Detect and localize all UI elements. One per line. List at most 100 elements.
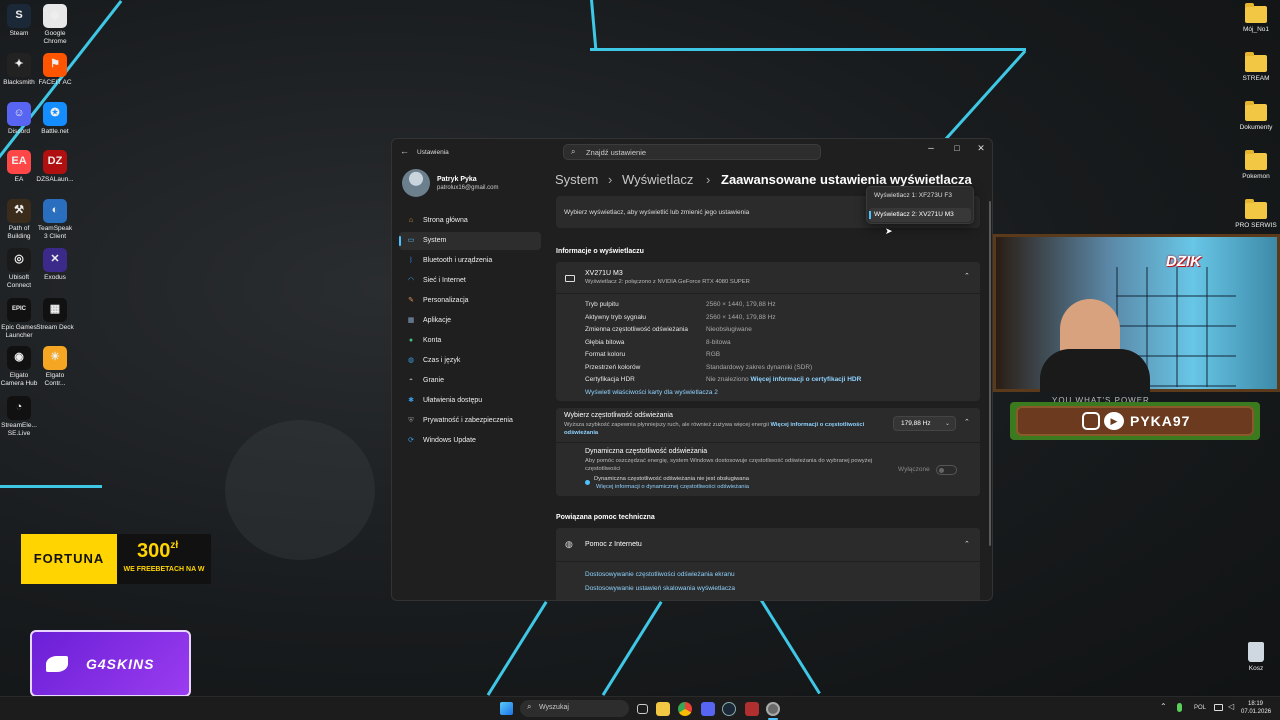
settings-search-input[interactable]: ⌕ Znajdź ustawienie (563, 144, 821, 160)
desktop-shortcut[interactable]: ⚒ Path of Building (0, 199, 38, 240)
desktop-shortcut[interactable]: ✕ Exodus (36, 248, 74, 282)
clock-date[interactable]: 07.01.2026 (1241, 709, 1271, 715)
monitor-icon: ▭ (407, 237, 415, 244)
user-email: patrolux16@gmail.com (437, 185, 499, 191)
folder-icon (1245, 52, 1267, 72)
sidebar-item[interactable]: ◍ Czas i język (399, 352, 541, 370)
help-link-refresh[interactable]: Dostosowywanie częstotliwości odświeżani… (585, 571, 735, 578)
settings-gear-icon[interactable] (766, 702, 780, 716)
wolf-logo-icon (46, 656, 68, 672)
user-avatar[interactable] (402, 169, 430, 197)
app-icon[interactable] (745, 702, 759, 716)
page-title: Zaawansowane ustawienia wyświetlacza (721, 172, 972, 187)
desktop-folder[interactable]: Dokumenty (1233, 101, 1279, 131)
back-arrow-icon[interactable]: ← (400, 146, 409, 156)
sidebar-item-label: Prywatność i zabezpieczenia (423, 417, 513, 424)
desktop-shortcut[interactable]: ◉ Elgato Camera Hub (0, 346, 38, 387)
desktop-shortcut[interactable]: EA EA (0, 150, 38, 184)
desktop-folder[interactable]: STREAM (1233, 52, 1279, 82)
hdr-info-link[interactable]: Więcej informacji o certyfikacji HDR (750, 376, 861, 383)
desktop-shortcut-label: Elgato Camera Hub (0, 372, 38, 387)
desktop-shortcut[interactable]: ✪ Battle.net (36, 102, 74, 136)
desktop-shortcut[interactable]: S Steam (0, 4, 38, 38)
network-icon[interactable] (1214, 704, 1223, 711)
recycle-bin[interactable]: Kosz (1233, 642, 1279, 672)
file-explorer-icon[interactable] (656, 702, 670, 716)
select-display-label: Wybierz wyświetlacz, aby wyświetlić lub … (564, 209, 750, 216)
display-option-1[interactable]: Wyświetlacz 1: XF273U F3 (874, 192, 952, 199)
help-link-scaling[interactable]: Dostosowywanie ustawień skalowania wyświ… (585, 585, 735, 592)
apps-icon: ▦ (407, 317, 415, 324)
sidebar-item[interactable]: ⛨ Prywatność i zabezpieczenia (399, 412, 541, 430)
scrollbar[interactable] (989, 201, 991, 546)
sidebar-item[interactable]: ✎ Personalizacja (399, 292, 541, 310)
sidebar-item-label: Ułatwienia dostępu (423, 397, 483, 404)
desktop-shortcut[interactable]: EPIC Epic Games Launcher (0, 298, 38, 339)
collapse-chevron-icon[interactable]: ⌃ (964, 272, 970, 280)
minimize-button[interactable]: – (920, 143, 942, 154)
sidebar-item[interactable]: ◓ Granie (399, 372, 541, 390)
help-card: ◍ Pomoc z Internetu ⌃ Dostosowywanie czę… (556, 528, 980, 600)
desktop-shortcut[interactable]: ☺ Discord (0, 102, 38, 136)
desktop-shortcut-label: Exodus (44, 274, 66, 281)
display-option-2[interactable]: Wyświetlacz 2: XV271U M3 (869, 208, 971, 222)
desktop-shortcut[interactable]: ◉ Google Chrome (36, 4, 74, 45)
start-button[interactable] (500, 702, 513, 715)
dynamic-info-link[interactable]: Więcej informacji o dynamicznej częstotl… (596, 484, 749, 490)
desktop-shortcut[interactable]: ✦ Blacksmith (0, 53, 38, 87)
g4skins-ad: G4SKINS (30, 630, 191, 697)
desktop-folder[interactable]: Mój_No1 (1233, 3, 1279, 33)
desktop-shortcut[interactable]: ⚑ FACEIT AC (36, 53, 74, 87)
sidebar-item[interactable]: ▭ System (399, 232, 541, 250)
language-indicator[interactable]: POL (1194, 705, 1206, 711)
desktop-shortcut[interactable]: ◔ StreamEle... SE.Live (0, 396, 38, 437)
fortuna-amount-value: 300 (137, 540, 171, 562)
desktop-shortcut[interactable]: ▦ Stream Deck (36, 298, 74, 332)
webcam-overlay: DZIK (993, 234, 1280, 393)
desktop-folder[interactable]: Pokemon (1233, 150, 1279, 180)
maximize-button[interactable]: □ (946, 143, 968, 153)
property-key: Format koloru (585, 351, 626, 358)
desktop-shortcut[interactable]: ◐ TeamSpeak 3 Client (36, 199, 74, 240)
desktop-shortcut[interactable]: ☀ Elgato Contr... (36, 346, 74, 387)
sidebar-item[interactable]: ⌂ Strona główna (399, 212, 541, 230)
collapse-chevron-icon[interactable]: ⌃ (964, 540, 970, 548)
sidebar-item[interactable]: ⟳ Windows Update (399, 432, 541, 450)
sidebar-item[interactable]: ◠ Sieć i Internet (399, 272, 541, 290)
property-value: 2560 × 1440, 179,88 Hz (706, 313, 776, 321)
collapse-chevron-icon[interactable]: ⌃ (964, 418, 970, 426)
chrome-icon[interactable] (678, 702, 692, 716)
sidebar-item[interactable]: ᛒ Bluetooth i urządzenia (399, 252, 541, 270)
clock-time[interactable]: 18:19 (1248, 701, 1263, 707)
discord-icon[interactable] (701, 702, 715, 716)
sidebar-item-label: Sieć i Internet (423, 277, 466, 284)
chevron-down-icon: ⌄ (945, 421, 951, 427)
dynamic-toggle[interactable] (936, 465, 957, 475)
task-view-icon[interactable] (637, 704, 648, 714)
tray-chevron-icon[interactable]: ⌃ (1160, 702, 1167, 711)
folder-icon (1245, 101, 1267, 121)
app-icon: ✕ (43, 248, 67, 272)
sidebar-item-label: Personalizacja (423, 297, 469, 304)
update-icon: ⟳ (408, 437, 414, 444)
app-icon: ◐ (43, 199, 67, 223)
folder-icon (1245, 199, 1267, 219)
property-key: Aktywny tryb sygnału (585, 313, 647, 321)
desktop-shortcut[interactable]: ◎ Ubisoft Connect (0, 248, 38, 289)
desktop-shortcut[interactable]: DZ DZSALaun... (36, 150, 74, 184)
breadcrumb-system[interactable]: System (555, 172, 598, 187)
desktop-shortcut-label: Blacksmith (3, 79, 35, 86)
selected-indicator (399, 236, 401, 246)
sidebar-item[interactable]: ● Konta (399, 332, 541, 350)
taskbar-search[interactable]: ⌕ Wyszukaj (520, 700, 629, 717)
desktop-folder[interactable]: PRO SERWIS (1233, 199, 1279, 229)
adapter-properties-link[interactable]: Wyświetl właściwości karty dla wyświetla… (585, 389, 718, 396)
volume-icon[interactable]: ◁ (1228, 702, 1234, 711)
sidebar-item[interactable]: ✱ Ułatwienia dostępu (399, 392, 541, 410)
refresh-rate-dropdown[interactable]: 179,88 Hz ⌄ (893, 416, 956, 431)
steam-icon[interactable] (722, 702, 736, 716)
close-button[interactable]: ✕ (970, 143, 992, 154)
breadcrumb-display[interactable]: Wyświetlacz (622, 172, 693, 187)
microphone-icon[interactable] (1177, 703, 1182, 712)
sidebar-item[interactable]: ▦ Aplikacje (399, 312, 541, 330)
